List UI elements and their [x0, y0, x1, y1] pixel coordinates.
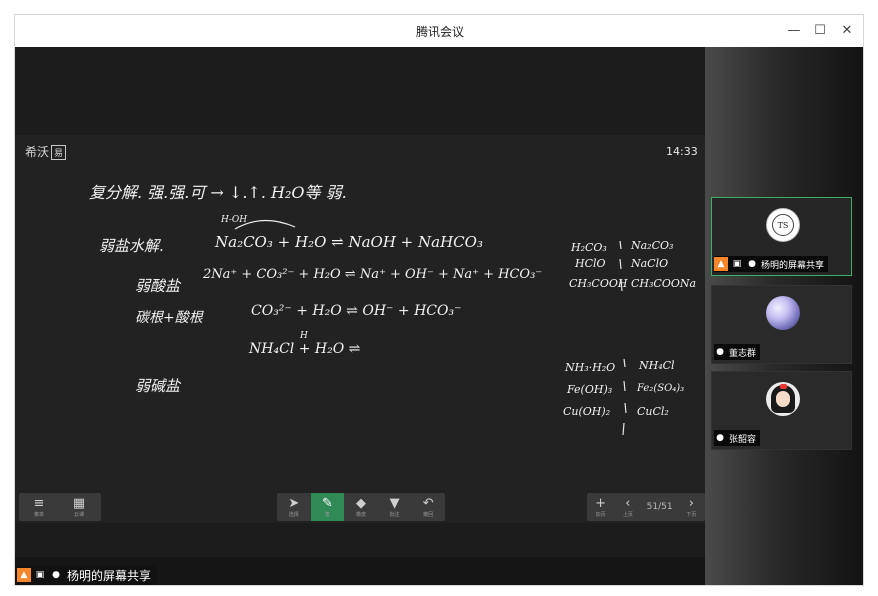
- hw-line-4-label: 碳根+酸根: [135, 310, 203, 326]
- hw-line-5-eq: NH₄Cl + H₂O ⇌: [249, 341, 361, 357]
- eraser-icon: ◆: [355, 495, 366, 511]
- board-toolbar-tools: ➤ 选择 ✎ 笔 ◆ 橡皮 ▼ 批注 ↶ 撤回: [277, 493, 445, 521]
- page-indicator: 51/51: [646, 502, 673, 512]
- avatar-bow: [780, 384, 787, 389]
- cloud-class-button[interactable]: ▦ 云课: [59, 493, 99, 521]
- host-icon: ▲: [17, 568, 31, 582]
- grid-icon: ▦: [72, 495, 86, 511]
- presenter-name: 杨明的屏幕共享: [67, 568, 152, 583]
- share-area: 希沃易 14:33 复分解. 强.强.可 → ↓.↑. H₂O等 弱. H-OH…: [15, 47, 705, 557]
- presenter-label: ▲ ▣ ● 杨明的屏幕共享: [17, 565, 158, 585]
- menu-button[interactable]: ≡ 菜单: [19, 493, 59, 521]
- meeting-window: 腾讯会议 — ☐ ✕ 希沃易 14:33 复分解. 强.强.可 → ↓.↑. H…: [14, 14, 864, 586]
- hw-r4c1: NH₃·H₂O: [565, 361, 616, 374]
- hw-divider-bottom: [622, 358, 627, 436]
- select-tool-label: 选择: [288, 511, 299, 518]
- maximize-button[interactable]: ☐: [809, 21, 831, 41]
- hw-note-h: H: [300, 331, 308, 341]
- participant-name: 杨明的屏幕共享: [761, 260, 825, 271]
- handwriting-canvas[interactable]: 复分解. 强.强.可 → ↓.↑. H₂O等 弱. H-OH 弱盐水解. Na₂…: [15, 135, 705, 523]
- select-tool-button[interactable]: ➤ 选择: [277, 493, 311, 521]
- plus-icon: +: [595, 495, 607, 511]
- pen-icon: ✎: [321, 495, 333, 511]
- hw-r1c2: Na₂CO₃: [631, 239, 674, 252]
- eraser-tool-label: 橡皮: [355, 511, 366, 518]
- eraser-tool-button[interactable]: ◆ 橡皮: [344, 493, 378, 521]
- hw-line-3-eq: 2Na⁺ + CO₃²⁻ + H₂O ⇌ Na⁺ + OH⁻ + Na⁺ + H…: [203, 267, 543, 282]
- cursor-icon: ➤: [288, 495, 300, 511]
- hw-line-2-eq: Na₂CO₃ + H₂O ⇌ NaOH + NaHCO₃: [215, 233, 483, 251]
- annotate-tool-button[interactable]: ▼ 批注: [378, 493, 412, 521]
- hw-r6c1: Cu(OH)₂: [563, 405, 611, 418]
- minimize-button[interactable]: —: [783, 21, 805, 41]
- hw-line-4-eq: CO₃²⁻ + H₂O ⇌ OH⁻ + HCO₃⁻: [251, 303, 462, 319]
- pen-tool-label: 笔: [324, 511, 330, 518]
- screen-share-icon: ▣: [35, 570, 45, 580]
- hw-r2c1: HClO: [575, 257, 606, 270]
- whiteboard: 希沃易 14:33 复分解. 强.强.可 → ↓.↑. H₂O等 弱. H-OH…: [15, 135, 705, 523]
- hw-r2c2: NaClO: [631, 257, 669, 270]
- participant-namebar: ● 张韶容: [714, 430, 761, 446]
- hw-r4c2: NH₄Cl: [639, 359, 675, 372]
- next-page-label: 下页: [686, 511, 697, 518]
- add-page-label: 加页: [595, 511, 606, 518]
- next-page-button[interactable]: › 下页: [678, 493, 705, 521]
- title-bar: 腾讯会议 — ☐ ✕: [15, 15, 863, 47]
- undo-label: 撤回: [423, 511, 434, 518]
- hw-r3c2: CH₃COONa: [631, 277, 697, 290]
- annotate-tool-label: 批注: [389, 511, 400, 518]
- hw-arc: [234, 219, 296, 230]
- participant-name: 董志群: [729, 348, 757, 359]
- add-page-button[interactable]: + 加页: [587, 493, 614, 521]
- hw-r5c2: Fe₂(SO₄)₃: [637, 383, 685, 394]
- hw-line-2-label: 弱盐水解.: [99, 237, 164, 255]
- participant-tile-3[interactable]: ● 张韶容: [711, 371, 852, 450]
- undo-icon: ↶: [422, 495, 434, 511]
- avatar: [766, 296, 800, 330]
- chevron-right-icon: ›: [688, 495, 694, 511]
- hw-r1c1: H₂CO₃: [571, 241, 607, 254]
- close-button[interactable]: ✕: [836, 21, 858, 41]
- chevron-left-icon: ‹: [625, 495, 631, 511]
- undo-button[interactable]: ↶ 撤回: [411, 493, 445, 521]
- hw-r5c1: Fe(OH)₃: [567, 383, 613, 396]
- participant-tile-2[interactable]: ● 董志群: [711, 285, 852, 364]
- hw-line-3-label: 弱酸盐: [135, 277, 181, 295]
- participant-tile-1[interactable]: TS ▲ ▣ ● 杨明的屏幕共享: [711, 197, 852, 276]
- mic-icon: ●: [716, 347, 724, 357]
- mic-icon: ●: [716, 433, 724, 443]
- host-icon: ▲: [714, 257, 728, 271]
- cloud-class-label: 云课: [73, 511, 84, 518]
- participant-namebar: ▲ ▣ ● 杨明的屏幕共享: [714, 256, 829, 272]
- avatar-face: [776, 391, 790, 407]
- menu-icon: ≡: [33, 495, 45, 511]
- presenter-bar: ▲ ▣ ● 杨明的屏幕共享: [15, 557, 705, 585]
- board-toolbar-pages: + 加页 ‹ 上页 51/51 › 下页: [587, 493, 705, 521]
- board-toolbar-left: ≡ 菜单 ▦ 云课: [19, 493, 101, 521]
- annotate-icon: ▼: [389, 495, 400, 511]
- hw-line-1: 复分解. 强.强.可 → ↓.↑. H₂O等 弱.: [89, 183, 347, 202]
- participant-name: 张韶容: [729, 434, 757, 445]
- avatar: [766, 382, 800, 416]
- avatar-monogram: TS: [772, 214, 794, 236]
- prev-page-button[interactable]: ‹ 上页: [614, 493, 641, 521]
- mic-icon: ●: [52, 570, 60, 580]
- hw-line-6-label: 弱碱盐: [135, 377, 181, 395]
- menu-label: 菜单: [33, 511, 44, 518]
- mic-icon: ●: [748, 259, 756, 269]
- pen-tool-button[interactable]: ✎ 笔: [310, 493, 345, 521]
- participants-sidebar: TS ▲ ▣ ● 杨明的屏幕共享 ● 董志群 ● 张韶容: [705, 47, 863, 585]
- participant-namebar: ● 董志群: [714, 344, 761, 360]
- hw-divider-top: [619, 240, 623, 292]
- hw-r6c2: CuCl₂: [637, 405, 669, 418]
- prev-page-label: 上页: [622, 511, 633, 518]
- avatar: TS: [766, 208, 800, 242]
- screen-share-icon: ▣: [732, 259, 742, 269]
- shared-screen-stage: 希沃易 14:33 复分解. 强.强.可 → ↓.↑. H₂O等 弱. H-OH…: [15, 47, 705, 585]
- window-title: 腾讯会议: [415, 25, 464, 39]
